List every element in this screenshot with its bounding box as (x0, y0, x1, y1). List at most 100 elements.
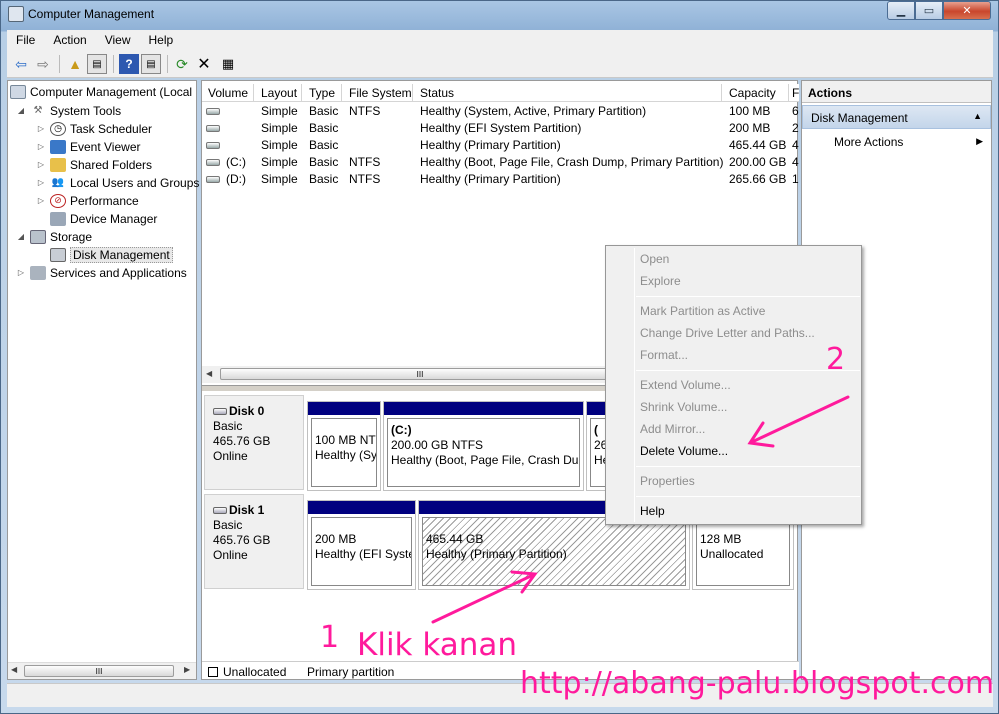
shared-folder-icon (50, 157, 66, 172)
collapse-icon[interactable]: ◢ (16, 232, 26, 241)
tree-system-tools[interactable]: ◢ ⚒ System Tools (16, 102, 121, 119)
partition-disk1-efi[interactable]: 200 MB Healthy (EFI Syster (307, 500, 416, 590)
tree-horizontal-scrollbar[interactable]: ◀ III ▶ (8, 662, 196, 679)
tree-disk-management[interactable]: Disk Management (50, 246, 173, 263)
volume-cell-capacity: 200 MB (729, 121, 771, 135)
menu-item-format[interactable]: Format... (640, 345, 688, 365)
volume-cell-layout: Simple (261, 138, 298, 152)
legend-swatch-primary (291, 667, 301, 677)
volume-row[interactable]: Simple Basic NTFS Healthy (System, Active, … (202, 103, 799, 120)
scroll-left-icon[interactable]: ◀ (206, 369, 212, 378)
disk-0-label[interactable]: Disk 0 Basic 465.76 GB Online (204, 395, 304, 490)
partition-status: Healthy (Boot, Page File, Crash Dum (391, 453, 580, 467)
services-icon (30, 265, 46, 280)
menu-item-shrink-volume[interactable]: Shrink Volume... (640, 397, 727, 417)
disk-management-icon (50, 247, 66, 262)
menu-help[interactable]: Help (140, 33, 183, 47)
col-free[interactable]: F (790, 84, 799, 102)
show-hide-tree-icon[interactable]: ▤ (87, 54, 107, 74)
close-button[interactable]: ✕ (943, 1, 991, 20)
partition-size: 100 MB NTI (315, 433, 377, 447)
volume-row[interactable]: Simple Basic Healthy (Primary Partition) 46… (202, 137, 799, 154)
computer-management-icon (8, 6, 24, 22)
partition-status: Healthy (Sy (315, 448, 377, 462)
tree-event-viewer[interactable]: ▷ Event Viewer (36, 138, 140, 155)
partition-size: 200.00 GB NTFS (391, 438, 484, 452)
scroll-right-icon[interactable]: ▶ (184, 665, 190, 674)
refresh-icon[interactable]: ⟳ (172, 54, 192, 74)
menu-item-help[interactable]: Help (640, 501, 665, 521)
show-hide-action-pane-icon[interactable]: ▤ (141, 54, 161, 74)
expand-icon[interactable]: ▷ (36, 124, 46, 133)
scroll-left-icon[interactable]: ◀ (11, 665, 17, 674)
volume-cell-fs: NTFS (349, 155, 381, 169)
menu-file[interactable]: File (7, 33, 44, 47)
expand-icon[interactable]: ▷ (36, 178, 46, 187)
col-type[interactable]: Type (303, 84, 342, 102)
more-actions-item[interactable]: More Actions ▶ (802, 131, 991, 153)
tree-device-manager[interactable]: Device Manager (50, 210, 157, 227)
menu-item-extend-volume[interactable]: Extend Volume... (640, 375, 731, 395)
expand-icon[interactable]: ▷ (36, 196, 46, 205)
volume-row[interactable]: (D:) Simple Basic NTFS Healthy (Primary Part… (202, 171, 799, 188)
col-volume[interactable]: Volume (202, 84, 254, 102)
window-title: Computer Management (28, 7, 155, 21)
tree-root[interactable]: Computer Management (Local (10, 83, 192, 100)
partition-info: (C:) 200.00 GB NTFS Healthy (Boot, Page … (387, 418, 580, 487)
volume-cell-type: Basic (309, 138, 339, 152)
volume-cell-capacity: 465.44 GB (729, 138, 787, 152)
menu-item-mark-active[interactable]: Mark Partition as Active (640, 301, 765, 321)
col-layout[interactable]: Layout (255, 84, 302, 102)
toolbar-separator (167, 55, 168, 73)
tree-shared-folders[interactable]: ▷ Shared Folders (36, 156, 152, 173)
menu-item-open[interactable]: Open (640, 249, 669, 269)
partition-disk0-system[interactable]: 100 MB NTI Healthy (Sy (307, 401, 381, 491)
menu-item-explore[interactable]: Explore (640, 271, 681, 291)
minimize-button[interactable]: ▁ (887, 1, 915, 20)
up-folder-icon[interactable]: ▲ (65, 54, 85, 74)
maximize-button[interactable]: ▭ (915, 1, 943, 20)
volume-cell-fs (343, 120, 414, 137)
volume-cell-status: Healthy (Primary Partition) (420, 138, 561, 152)
tree-services[interactable]: ▷ Services and Applications (16, 264, 187, 281)
collapse-icon[interactable]: ◢ (16, 106, 26, 115)
menu-separator (636, 496, 860, 497)
menu-item-delete-volume[interactable]: Delete Volume... (640, 441, 728, 461)
col-file-system[interactable]: File System (343, 84, 413, 102)
forward-arrow-icon[interactable]: ⇨ (33, 54, 53, 74)
collapse-up-icon[interactable]: ▲ (973, 111, 982, 121)
tree-performance[interactable]: ▷ ⊘ Performance (36, 192, 139, 209)
annotation-step-2: 2 (826, 342, 846, 377)
annotation-step-1: 1 (320, 620, 340, 655)
tree-local-users[interactable]: ▷ 👥 Local Users and Groups (36, 174, 199, 191)
partition-disk0-c[interactable]: (C:) 200.00 GB NTFS Healthy (Boot, Page … (383, 401, 584, 491)
help-icon[interactable]: ? (119, 54, 139, 74)
tree-task-scheduler[interactable]: ▷ ◷ Task Scheduler (36, 120, 152, 137)
menu-item-change-drive-letter[interactable]: Change Drive Letter and Paths... (640, 323, 815, 343)
volume-cell-status: Healthy (Primary Partition) (420, 172, 561, 186)
col-capacity[interactable]: Capacity (723, 84, 789, 102)
back-arrow-icon[interactable]: ⇦ (11, 54, 31, 74)
delete-icon[interactable]: ✕ (194, 54, 214, 74)
event-viewer-icon (50, 139, 66, 154)
menu-item-properties[interactable]: Properties (640, 471, 695, 491)
scroll-thumb[interactable]: III (24, 665, 174, 677)
menu-action[interactable]: Action (44, 33, 95, 47)
expand-icon[interactable]: ▷ (16, 268, 26, 277)
col-status[interactable]: Status (414, 84, 722, 102)
volume-row[interactable]: Simple Basic Healthy (EFI System Partition… (202, 120, 799, 137)
expand-icon[interactable]: ▷ (36, 142, 46, 151)
scroll-thumb[interactable]: III (220, 368, 620, 380)
volume-cell-volume (220, 103, 255, 120)
expand-icon[interactable]: ▷ (36, 160, 46, 169)
toolbar-separator (59, 55, 60, 73)
volume-row[interactable]: (C:) Simple Basic NTFS Healthy (Boot, Page F… (202, 154, 799, 171)
properties-icon[interactable]: ▦ (218, 54, 238, 74)
partition-info: ( 26 He (590, 418, 606, 487)
disk-1-label[interactable]: Disk 1 Basic 465.76 GB Online (204, 494, 304, 589)
menu-item-add-mirror[interactable]: Add Mirror... (640, 419, 705, 439)
actions-group-disk-management[interactable]: Disk Management ▲ (802, 105, 991, 129)
menu-view[interactable]: View (96, 33, 140, 47)
partition-info: 100 MB NTI Healthy (Sy (311, 418, 377, 487)
tree-storage[interactable]: ◢ Storage (16, 228, 92, 245)
